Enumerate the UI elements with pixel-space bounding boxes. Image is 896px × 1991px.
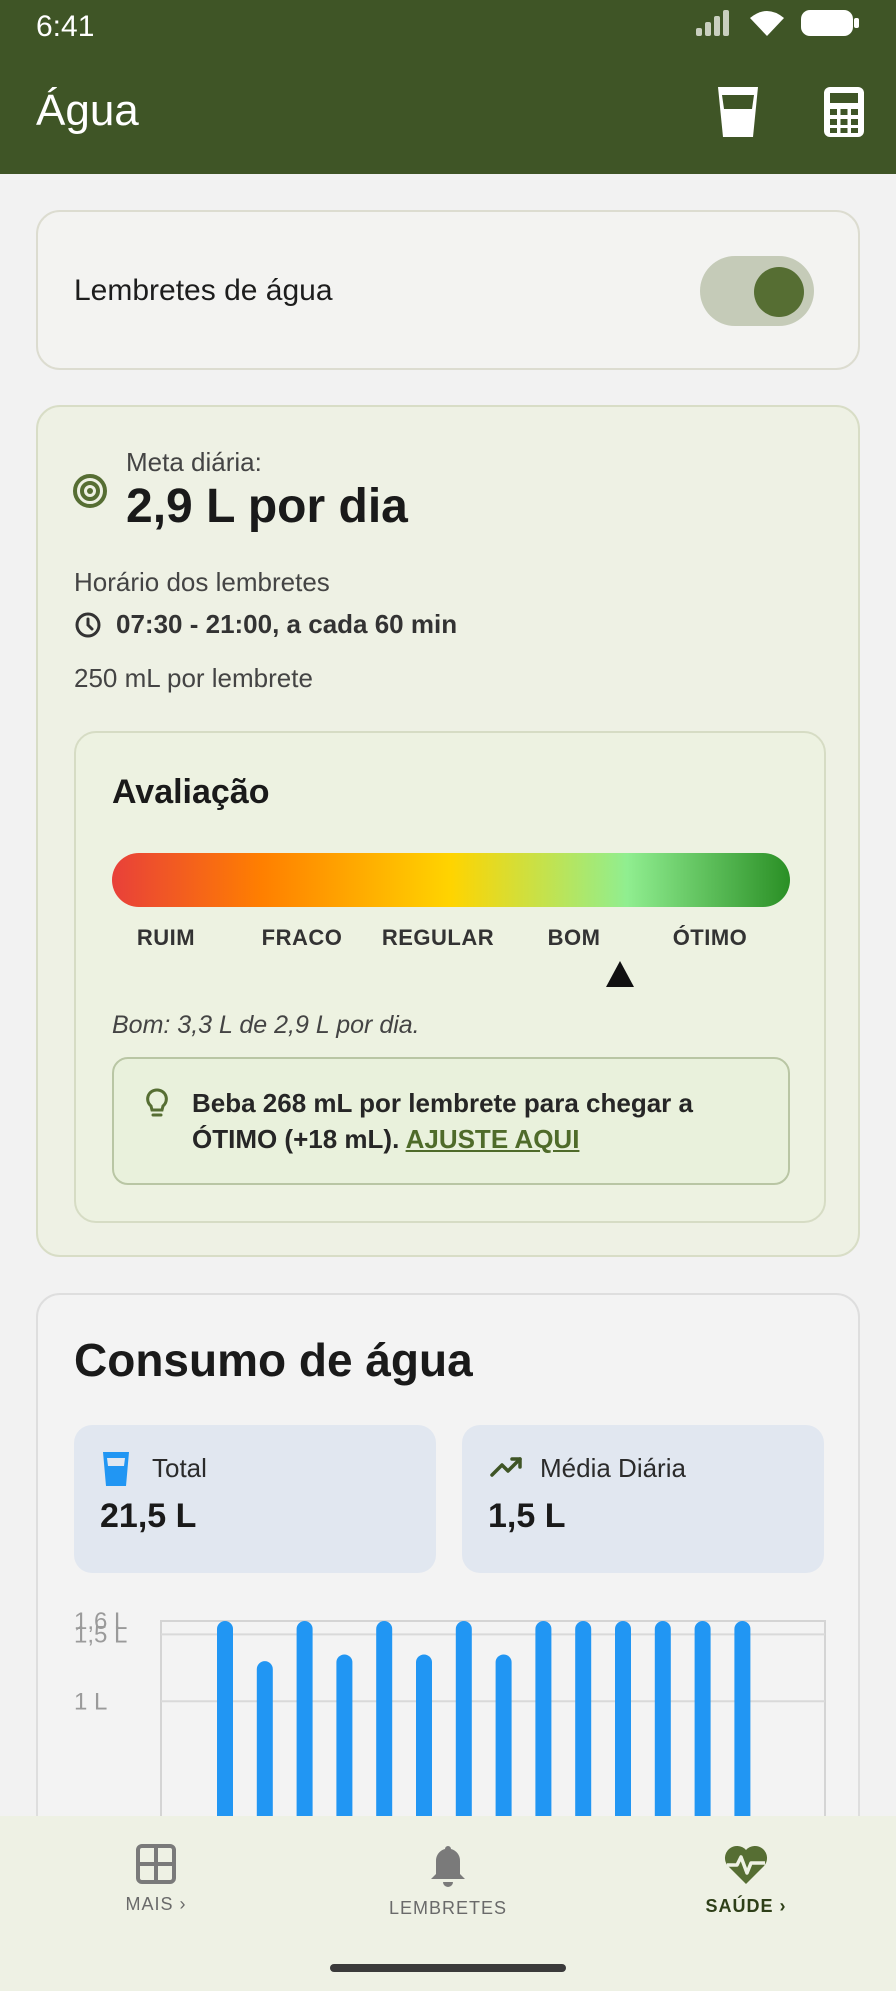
water-glass-button[interactable] [710, 82, 766, 142]
chart-bar [376, 1621, 393, 1835]
bottom-nav: MAIS › LEMBRETES SAÚDE › [0, 1816, 896, 1991]
clock-icon [75, 612, 101, 637]
current-level-pointer [606, 961, 634, 987]
grid-icon [136, 1844, 176, 1884]
toggle-knob [754, 267, 804, 317]
total-stat: Total 21,5 L [74, 1425, 436, 1573]
adjust-link[interactable]: AJUSTE AQUI [406, 1124, 580, 1154]
chart-bar [575, 1621, 592, 1835]
home-indicator [330, 1964, 566, 1972]
wifi-icon [750, 11, 784, 36]
status-icons [694, 8, 860, 38]
total-value: 21,5 L [100, 1497, 197, 1535]
chart-bar [416, 1654, 432, 1835]
goal-card: Meta diária: 2,9 L por dia Horário dos l… [36, 405, 860, 1257]
chart-bar [217, 1621, 233, 1835]
average-label: Média Diária [540, 1453, 686, 1483]
tip-box: Beba 268 mL por lembrete para chegar a Ó… [112, 1057, 790, 1185]
chart-bar [256, 1661, 273, 1835]
reminders-card: Lembretes de água [36, 210, 860, 370]
evaluation-title: Avaliação [112, 773, 270, 811]
chart-bar [615, 1621, 631, 1835]
evaluation-note: Bom: 3,3 L de 2,9 L por dia. [112, 1011, 420, 1039]
average-stat: Média Diária 1,5 L [462, 1425, 824, 1573]
heart-pulse-icon [724, 1845, 768, 1884]
level-otimo: ÓTIMO [672, 925, 748, 950]
chart-bar [734, 1621, 751, 1835]
nav-item-saude[interactable]: SAÚDE › [646, 1844, 846, 1917]
chart-bar [654, 1621, 671, 1835]
trending-up-icon [490, 1457, 522, 1477]
bell-icon [431, 1846, 465, 1887]
chart-bar [455, 1621, 472, 1835]
water-glass-icon [718, 87, 758, 137]
level-ruim: RUIM [136, 925, 196, 950]
chart-bar [694, 1621, 711, 1835]
lightbulb-icon [146, 1088, 168, 1117]
schedule-value: 07:30 - 21:00, a cada 60 min [116, 609, 458, 639]
chart-bar [535, 1621, 552, 1835]
level-regular: REGULAR [381, 925, 495, 950]
battery-icon [801, 10, 859, 36]
per-reminder-amount: 250 mL por lembrete [74, 663, 313, 693]
nav-item-lembretes[interactable]: LEMBRETES [348, 1844, 548, 1919]
nav-item-mais[interactable]: MAIS › [56, 1844, 256, 1915]
chart-bar [495, 1654, 512, 1835]
tip-text: Beba 268 mL por lembrete para chegar a Ó… [192, 1085, 752, 1157]
schedule-row: 07:30 - 21:00, a cada 60 min [74, 609, 457, 640]
chart-bar [296, 1621, 313, 1835]
calculator-icon [824, 87, 864, 137]
reminders-label: Lembretes de água [74, 274, 333, 307]
daily-consumption-chart: 1,6 L1,5 L1 L [74, 1608, 826, 1835]
goal-value: 2,9 L por dia [126, 480, 408, 533]
chart-bar [336, 1654, 353, 1835]
nav-label-mais: MAIS › [125, 1894, 187, 1914]
consumption-title: Consumo de água [74, 1334, 473, 1386]
signal-icon [696, 10, 729, 36]
app-bar: 6:41 Água [0, 0, 896, 174]
y-tick-label: 1 L [74, 1688, 107, 1715]
nav-label-lembretes: LEMBRETES [388, 1898, 508, 1918]
goal-label: Meta diária: [126, 447, 262, 477]
target-icon [73, 474, 107, 508]
page-title: Água [36, 86, 139, 135]
level-bom: BOM [547, 925, 601, 950]
y-tick-label: 1,5 L [74, 1621, 127, 1648]
reminders-toggle[interactable] [700, 256, 814, 326]
evaluation-panel: Avaliação RUIM FRACO REGULAR BOM ÓTIMO B… [74, 731, 826, 1223]
nav-label-saude: SAÚDE › [705, 1896, 787, 1916]
water-cup-icon [103, 1452, 129, 1486]
calculator-button[interactable] [816, 82, 872, 142]
average-value: 1,5 L [488, 1497, 566, 1535]
rating-gradient-bar [112, 853, 790, 907]
schedule-label: Horário dos lembretes [74, 567, 330, 597]
total-label: Total [152, 1453, 207, 1483]
status-time: 6:41 [36, 10, 95, 43]
level-fraco: FRACO [261, 925, 343, 950]
